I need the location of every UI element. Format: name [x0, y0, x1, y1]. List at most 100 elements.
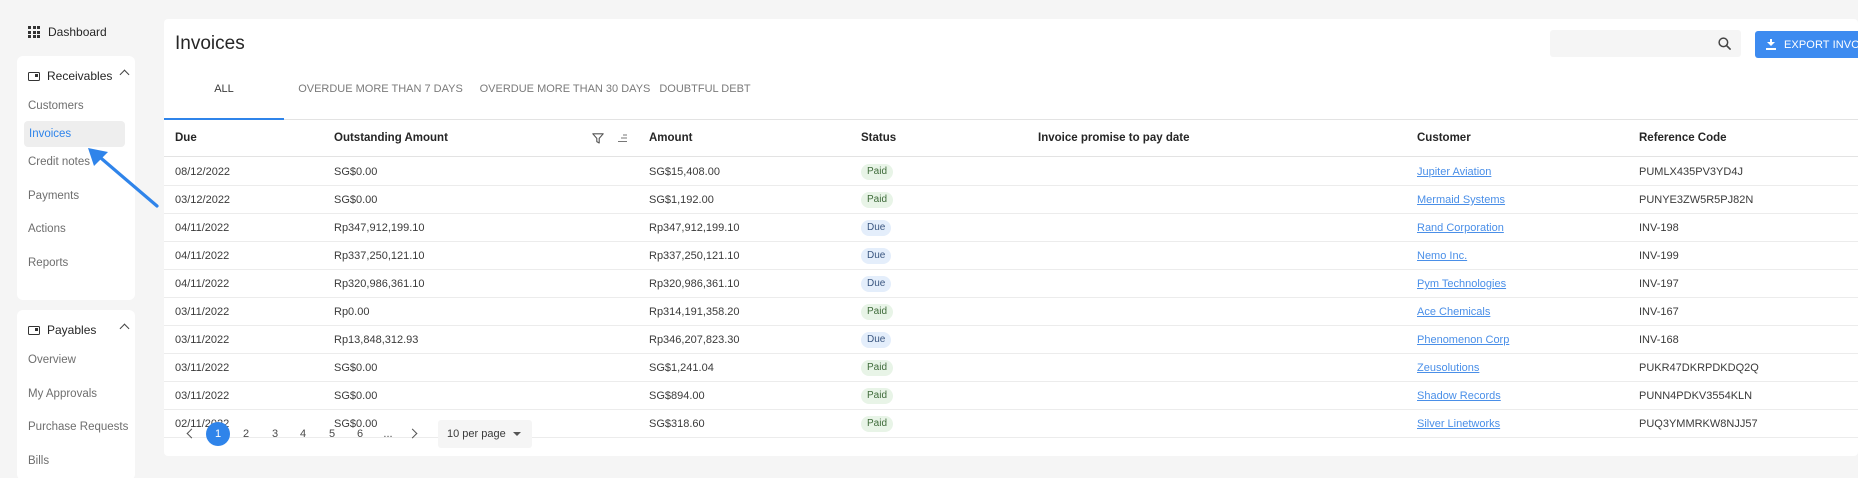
sidebar-item-purchase-requests[interactable]: Purchase Requests	[28, 417, 128, 437]
chevron-up-icon[interactable]	[119, 69, 130, 80]
cell-reference-code: PUKR47DKRPDKDQ2Q	[1639, 362, 1759, 374]
per-page-label: 10 per page	[447, 428, 506, 440]
wallet-icon	[28, 71, 40, 81]
sidebar-item-reports[interactable]: Reports	[28, 253, 68, 273]
per-page-select[interactable]: 10 per page	[438, 420, 532, 448]
export-invoices-button[interactable]: EXPORT INVOICES	[1755, 31, 1858, 58]
filter-icon[interactable]	[592, 133, 604, 144]
status-badge: Paid	[861, 388, 894, 404]
chevron-right-icon[interactable]	[407, 428, 418, 439]
cell-due: 03/11/2022	[175, 390, 230, 402]
wallet-icon	[28, 325, 40, 335]
sidebar-item-my-approvals[interactable]: My Approvals	[28, 384, 97, 404]
payables-header[interactable]: Payables	[28, 321, 130, 339]
cell-outstanding-amount: SG$0.00	[334, 194, 378, 206]
cell-outstanding-amount: Rp0.00	[334, 306, 370, 318]
sidebar-item-actions[interactable]: Actions	[28, 219, 66, 239]
status-badge: Paid	[861, 360, 894, 376]
customer-link[interactable]: Silver Linetworks	[1417, 410, 1500, 438]
column-header-amount[interactable]: Amount	[649, 120, 692, 157]
cell-amount: SG$894.00	[649, 390, 705, 402]
cell-amount: Rp347,912,199.10	[649, 222, 740, 234]
table-row[interactable]: 04/11/2022 Rp337,250,121.10 Rp337,250,121.…	[164, 242, 1858, 270]
tab-bar: ALL OVERDUE MORE THAN 7 DAYS OVERDUE MOR…	[164, 75, 1858, 120]
chevron-up-icon[interactable]	[119, 323, 130, 334]
page-4-button[interactable]: 4	[291, 422, 315, 446]
status-badge: Due	[861, 248, 892, 264]
section-label: Payables	[47, 323, 97, 337]
sidebar: Dashboard Receivables Customers Invoices…	[0, 0, 136, 478]
sidebar-item-dashboard[interactable]: Dashboard	[28, 22, 107, 42]
cell-reference-code: INV-199	[1639, 250, 1679, 262]
page-6-button[interactable]: 6	[348, 422, 372, 446]
cell-reference-code: PUNYE3ZW5R5PJ82N	[1639, 194, 1754, 206]
page-2-button[interactable]: 2	[234, 422, 258, 446]
page-1-button[interactable]: 1	[206, 422, 230, 446]
column-header-reference-code[interactable]: Reference Code	[1639, 120, 1727, 157]
sort-icon[interactable]	[617, 134, 627, 143]
table-row[interactable]: 03/11/2022 Rp13,848,312.93 Rp346,207,823.3…	[164, 326, 1858, 354]
cell-reference-code: PUMLX435PV3YD4J	[1639, 166, 1743, 178]
customer-link[interactable]: Jupiter Aviation	[1417, 158, 1491, 186]
status-badge: Due	[861, 220, 892, 236]
cell-reference-code: INV-197	[1639, 278, 1679, 290]
download-icon	[1766, 39, 1776, 50]
column-header-status[interactable]: Status	[861, 120, 896, 157]
sidebar-item-overview[interactable]: Overview	[28, 350, 76, 370]
table-row[interactable]: 03/11/2022 SG$0.00 SG$1,241.04 Paid Zeusolut…	[164, 354, 1858, 382]
tab-overdue-7-days[interactable]: OVERDUE MORE THAN 7 DAYS	[284, 75, 477, 120]
sidebar-item-payments[interactable]: Payments	[28, 186, 79, 206]
cell-outstanding-amount: Rp320,986,361.10	[334, 278, 425, 290]
column-header-outstanding-amount[interactable]: Outstanding Amount	[334, 120, 448, 157]
tab-all[interactable]: ALL	[164, 75, 284, 120]
table-row[interactable]: 04/11/2022 Rp347,912,199.10 Rp347,912,199.…	[164, 214, 1858, 242]
cell-reference-code: INV-198	[1639, 222, 1679, 234]
table-row[interactable]: 03/12/2022 SG$0.00 SG$1,192.00 Paid Mermaid …	[164, 186, 1858, 214]
customer-link[interactable]: Rand Corporation	[1417, 214, 1504, 242]
status-badge: Due	[861, 332, 892, 348]
table-row[interactable]: 03/11/2022 SG$0.00 SG$894.00 Paid Shadow Rec…	[164, 382, 1858, 410]
tab-doubtful-debt[interactable]: DOUBTFUL DEBT	[630, 75, 780, 120]
cell-due: 03/12/2022	[175, 194, 231, 206]
table-row[interactable]: 04/11/2022 Rp320,986,361.10 Rp320,986,361.…	[164, 270, 1858, 298]
sidebar-item-customers[interactable]: Customers	[28, 96, 84, 116]
cell-amount: SG$1,192.00	[649, 194, 714, 206]
column-header-due[interactable]: Due	[175, 120, 197, 157]
customer-link[interactable]: Phenomenon Corp	[1417, 326, 1509, 354]
table-header: Due Outstanding Amount Amount Status Inv…	[164, 120, 1858, 157]
cell-outstanding-amount: Rp347,912,199.10	[334, 222, 425, 234]
cell-due: 08/12/2022	[175, 166, 231, 178]
customer-link[interactable]: Pym Technologies	[1417, 270, 1506, 298]
column-header-customer[interactable]: Customer	[1417, 120, 1471, 157]
table-row[interactable]: 08/12/2022 SG$0.00 SG$15,408.00 Paid Jupiter…	[164, 158, 1858, 186]
cell-due: 04/11/2022	[175, 222, 230, 234]
customer-link[interactable]: Ace Chemicals	[1417, 298, 1490, 326]
customer-link[interactable]: Shadow Records	[1417, 382, 1501, 410]
cell-reference-code: INV-167	[1639, 306, 1679, 318]
customer-link[interactable]: Nemo Inc.	[1417, 242, 1467, 270]
cell-reference-code: PUNN4PDKV3554KLN	[1639, 390, 1753, 402]
page-3-button[interactable]: 3	[263, 422, 287, 446]
sidebar-item-credit-notes[interactable]: Credit notes	[28, 152, 90, 172]
section-label: Receivables	[47, 69, 113, 83]
page-5-button[interactable]: 5	[320, 422, 344, 446]
sidebar-item-invoices[interactable]: Invoices	[24, 121, 125, 147]
cell-outstanding-amount: Rp337,250,121.10	[334, 250, 425, 262]
table-row[interactable]: 03/11/2022 Rp0.00 Rp314,191,358.20 Paid Ace …	[164, 298, 1858, 326]
cell-outstanding-amount: SG$0.00	[334, 362, 378, 374]
page-ellipsis[interactable]: ...	[376, 422, 400, 446]
search-input[interactable]	[1550, 30, 1741, 57]
cell-amount: Rp346,207,823.30	[649, 334, 740, 346]
cell-due: 03/11/2022	[175, 362, 230, 374]
pagination: 1 2 3 4 5 6 ... 10 per page	[164, 418, 764, 448]
column-header-promise-date[interactable]: Invoice promise to pay date	[1038, 120, 1189, 157]
status-badge: Due	[861, 276, 892, 292]
search-icon[interactable]	[1718, 37, 1731, 50]
customer-link[interactable]: Mermaid Systems	[1417, 186, 1505, 214]
customer-link[interactable]: Zeusolutions	[1417, 354, 1479, 382]
sidebar-item-bills[interactable]: Bills	[28, 451, 49, 471]
receivables-header[interactable]: Receivables	[28, 67, 130, 85]
chevron-left-icon[interactable]	[186, 428, 197, 439]
sidebar-item-label: Dashboard	[48, 25, 107, 39]
payables-section: Payables Overview My Approvals Purchase …	[17, 310, 135, 478]
